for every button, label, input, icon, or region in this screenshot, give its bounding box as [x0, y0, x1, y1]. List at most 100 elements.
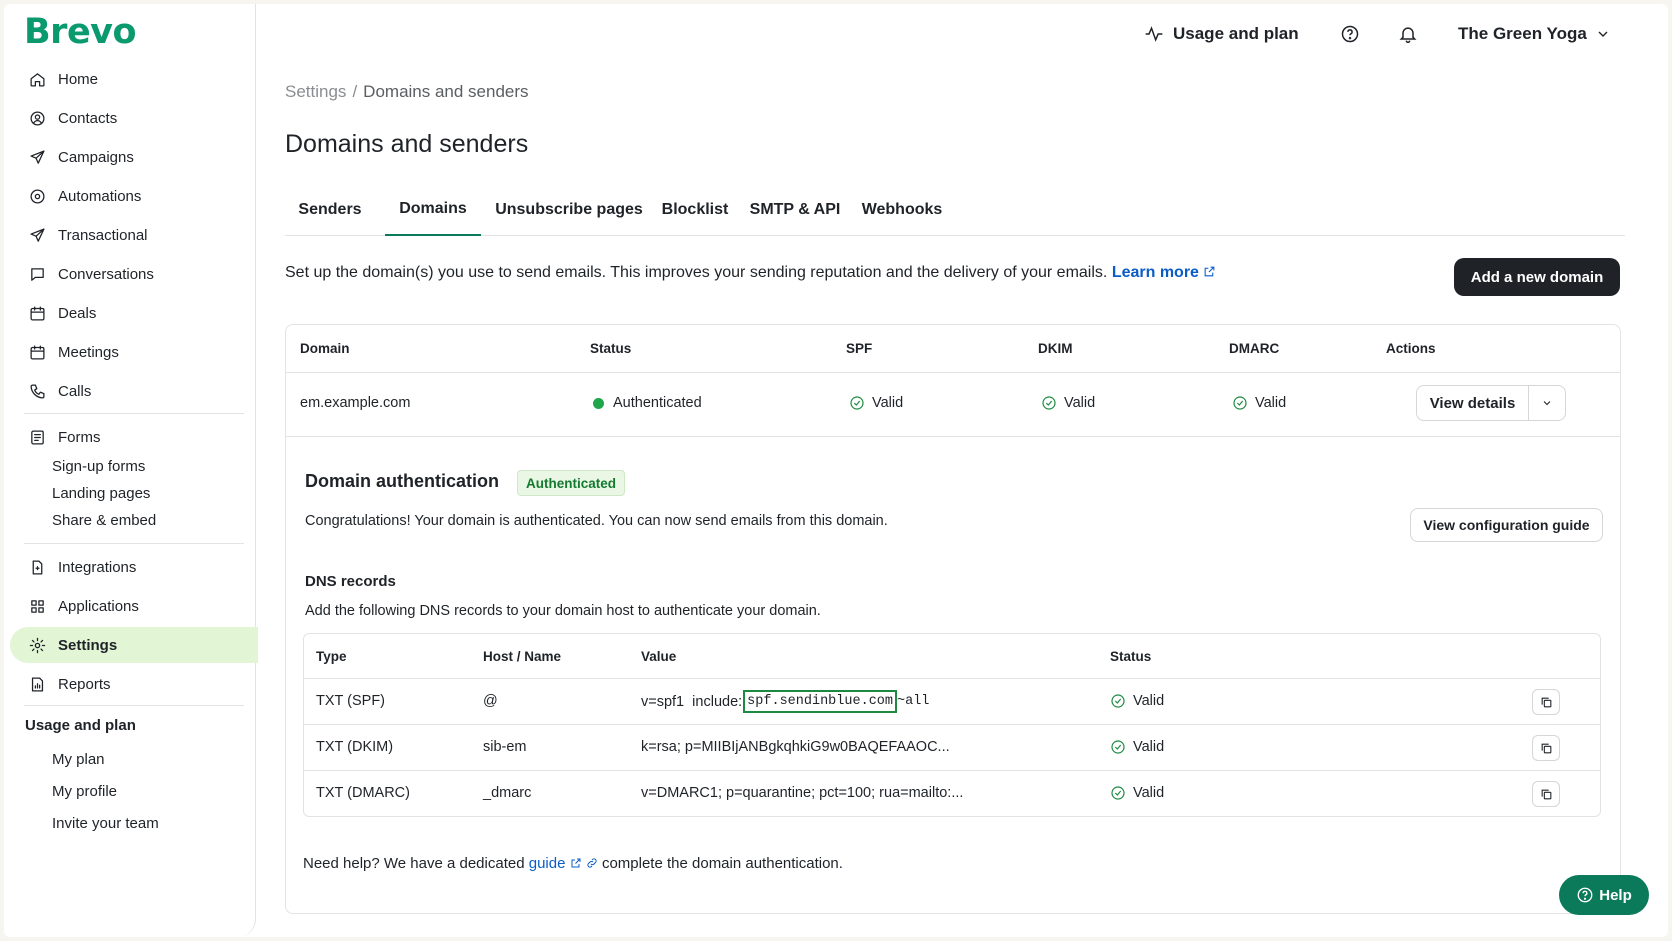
help-fab-label: Help: [1599, 886, 1632, 904]
copy-icon: [1541, 697, 1551, 707]
guide-link[interactable]: guide: [529, 855, 598, 872]
view-configuration-guide-button[interactable]: View configuration guide: [1410, 508, 1603, 542]
sidebar-divider: [24, 413, 244, 414]
guide-link-label: guide: [528, 855, 566, 872]
sidebar-item-label: Contacts: [58, 109, 118, 127]
sidebar-subitem-share-embed[interactable]: Share & embed: [52, 512, 156, 529]
sidebar-item-transactional[interactable]: Transactional: [14, 217, 258, 253]
notifications-button[interactable]: [1398, 24, 1418, 49]
dmarc-status: Valid: [1232, 395, 1286, 411]
record-value[interactable]: k=rsa; p=MIIBIjANBgkqhkiG9w0BAQEFAAOC...: [641, 739, 950, 755]
record-value[interactable]: v=DMARC1; p=quarantine; pct=100; rua=mai…: [641, 785, 963, 801]
status-badge: Authenticated: [517, 470, 626, 496]
page-title: Domains and senders: [285, 130, 529, 158]
tab-blocklist[interactable]: Blocklist: [657, 184, 733, 236]
integration-icon: [28, 558, 46, 576]
automation-icon: [28, 187, 46, 205]
tab-unsubscribe-pages[interactable]: Unsubscribe pages: [493, 184, 645, 236]
record-value[interactable]: v=spf1 include: spf.sendinblue.com ~all: [641, 690, 929, 713]
form-icon: [28, 428, 46, 446]
column-header: Actions: [1386, 341, 1436, 356]
sidebar-item-label: Reports: [58, 675, 111, 693]
actions-dropdown-toggle[interactable]: [1529, 386, 1565, 420]
sidebar-item-label: Settings: [58, 636, 118, 654]
sidebar-item-automations[interactable]: Automations: [14, 178, 258, 214]
add-new-domain-button[interactable]: Add a new domain: [1454, 258, 1620, 296]
help-chat-button[interactable]: Help: [1559, 875, 1649, 915]
sidebar-item-contacts[interactable]: Contacts: [14, 100, 258, 136]
sidebar: Brevo Home Contacts Campaigns Automation…: [4, 4, 258, 937]
help-text-pre: Need help? We have a dedicated: [303, 855, 525, 872]
record-status: Valid: [1110, 739, 1164, 755]
sidebar-item-deals[interactable]: Deals: [14, 295, 258, 331]
column-header: Host / Name: [483, 649, 562, 664]
domains-table-header: Domain Status SPF DKIM DMARC Actions: [286, 325, 1620, 373]
column-header: DKIM: [1038, 341, 1073, 356]
column-header: Type: [316, 649, 347, 664]
sidebar-item-campaigns[interactable]: Campaigns: [14, 139, 258, 175]
account-menu[interactable]: The Green Yoga: [1458, 24, 1611, 44]
intro-description: Set up the domain(s) you use to send ema…: [285, 264, 1108, 281]
sidebar-item-label: Home: [58, 70, 99, 88]
column-header: Status: [590, 341, 632, 356]
brevo-logo[interactable]: Brevo: [24, 12, 137, 52]
table-row: em.example.com Authenticated Valid Valid…: [286, 373, 1620, 437]
sidebar-item-calls[interactable]: Calls: [14, 373, 258, 409]
domain-name: em.example.com: [300, 395, 411, 411]
breadcrumb-settings[interactable]: Settings: [285, 82, 346, 101]
phone-icon: [28, 382, 46, 400]
briefcase-icon: [28, 304, 46, 322]
tab-senders[interactable]: Senders: [285, 184, 375, 236]
sidebar-item-integrations[interactable]: Integrations: [14, 549, 258, 585]
settings-tabs: Senders Domains Unsubscribe pages Blockl…: [285, 184, 1625, 236]
sidebar-item-label: Transactional: [58, 226, 148, 244]
send-icon: [28, 226, 46, 244]
check-circle-icon: [1111, 694, 1125, 708]
copy-button[interactable]: [1532, 781, 1560, 807]
view-details-split-button: View details: [1416, 385, 1566, 421]
external-link-icon: [571, 858, 581, 868]
record-type: TXT (DKIM): [316, 739, 394, 755]
record-status-label: Valid: [1133, 785, 1165, 801]
check-circle-icon: [1111, 786, 1125, 800]
domain-auth-title: Domain authentication: [305, 471, 500, 491]
tab-domains[interactable]: Domains: [385, 184, 481, 236]
learn-more-label: Learn more: [1111, 264, 1199, 281]
sidebar-item-conversations[interactable]: Conversations: [14, 256, 258, 292]
sidebar-subitem-my-profile[interactable]: My profile: [52, 783, 117, 800]
sidebar-subitem-landing-pages[interactable]: Landing pages: [52, 485, 150, 502]
check-circle-icon: [1233, 396, 1247, 410]
tab-webhooks[interactable]: Webhooks: [857, 184, 947, 236]
dns-table-header: Type Host / Name Value Status: [304, 634, 1600, 679]
sidebar-item-applications[interactable]: Applications: [14, 588, 258, 624]
learn-more-link[interactable]: Learn more: [1112, 264, 1217, 281]
copy-button[interactable]: [1532, 689, 1560, 715]
activity-icon: [1145, 26, 1163, 42]
record-status: Valid: [1110, 785, 1164, 801]
domain-status: Authenticated: [593, 395, 702, 411]
domains-table: Domain Status SPF DKIM DMARC Actions em.…: [285, 324, 1621, 914]
record-status-label: Valid: [1133, 693, 1165, 709]
usage-and-plan-button[interactable]: Usage and plan: [1144, 24, 1299, 44]
sidebar-subitem-signup-forms[interactable]: Sign-up forms: [52, 458, 145, 475]
help-button[interactable]: [1340, 24, 1360, 49]
column-header: DMARC: [1229, 341, 1280, 356]
table-row: TXT (SPF) @ v=spf1 include: spf.sendinblu…: [304, 679, 1600, 725]
dns-records-table: Type Host / Name Value Status TXT (SPF) …: [303, 633, 1601, 817]
status-label: Authenticated: [613, 395, 702, 411]
sidebar-subitem-my-plan[interactable]: My plan: [52, 751, 105, 768]
tab-smtp-api[interactable]: SMTP & API: [745, 184, 845, 236]
copy-button[interactable]: [1532, 735, 1560, 761]
spf-label: Valid: [872, 395, 904, 411]
usage-group-title: Usage and plan: [25, 717, 136, 734]
sidebar-item-forms[interactable]: Forms: [14, 419, 258, 455]
sidebar-item-meetings[interactable]: Meetings: [14, 334, 258, 370]
help-circle-icon: [1577, 887, 1593, 903]
sidebar-item-settings[interactable]: Settings: [10, 627, 258, 663]
sidebar-subitem-invite-team[interactable]: Invite your team: [52, 815, 159, 832]
sidebar-item-home[interactable]: Home: [14, 61, 258, 97]
chevron-down-icon: [1598, 31, 1608, 37]
view-details-button[interactable]: View details: [1417, 386, 1529, 420]
column-header: SPF: [846, 341, 873, 356]
sidebar-item-reports[interactable]: Reports: [14, 666, 258, 702]
